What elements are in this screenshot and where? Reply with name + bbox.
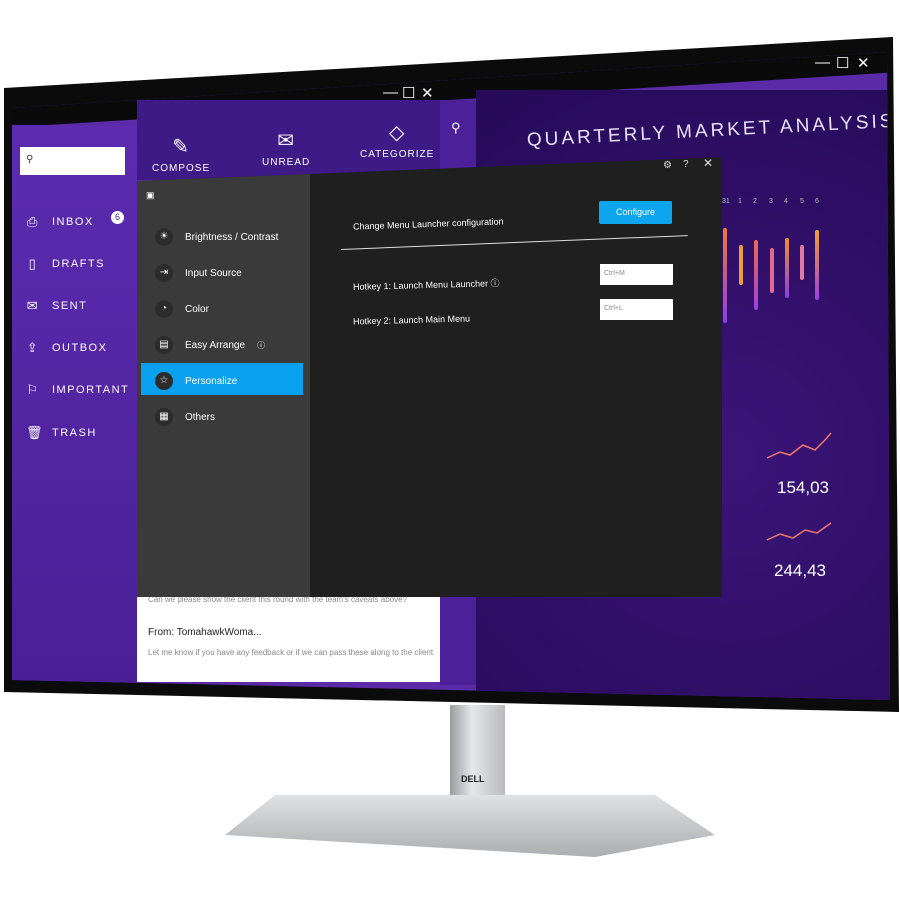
minimize-button[interactable]: —: [383, 84, 398, 101]
chart-bar: [754, 240, 758, 310]
email-sender[interactable]: From: TomahawkWoma...: [148, 627, 262, 638]
chart-bar: [723, 228, 727, 323]
compose-button[interactable]: ✎ COMPOSE: [152, 134, 210, 174]
hotkey2-input[interactable]: Ctrl+L: [600, 299, 673, 320]
menu-item-others[interactable]: ▦ Others: [155, 408, 215, 426]
metric-value: 244,43: [774, 561, 826, 580]
pencil-icon: ✎: [172, 136, 190, 158]
tag-icon: ◇: [388, 122, 406, 144]
monitor-stand-base: [225, 795, 715, 857]
help-icon[interactable]: ?: [683, 159, 689, 170]
menu-item-color[interactable]: ◔ Color: [155, 300, 209, 318]
configure-button[interactable]: Configure: [599, 201, 672, 224]
close-icon[interactable]: ✕: [703, 156, 713, 170]
chart-bar: [815, 230, 819, 300]
others-icon: ▦: [155, 408, 173, 426]
menu-item-easy-arrange[interactable]: ▤ Easy Arrange ⓘ: [155, 336, 265, 354]
axis-label: 3: [769, 198, 773, 205]
star-icon: ☆: [155, 372, 173, 390]
sidebar-item-drafts[interactable]: ▯ DRAFTS: [26, 256, 105, 272]
input-icon: ⇥: [155, 264, 173, 282]
sidebar-item-outbox[interactable]: ⇪ OUTBOX: [26, 340, 107, 356]
maximize-button-2[interactable]: ☐: [836, 54, 849, 72]
palette-icon: ◔: [155, 300, 173, 318]
sidebar-item-sent[interactable]: ✉ SENT: [26, 298, 87, 314]
gear-icon[interactable]: ⚙: [663, 160, 672, 171]
email-preview[interactable]: Let me know if you have any feedback or …: [148, 648, 433, 657]
trash-icon: 🗑: [26, 425, 45, 440]
inbox-icon: ⎙: [27, 214, 39, 229]
axis-label: 31: [722, 198, 730, 205]
envelope-icon: ✉: [26, 298, 40, 313]
unread-badge: 6: [111, 211, 124, 224]
chart-bar: [739, 245, 743, 285]
search-input[interactable]: ⚲: [20, 147, 125, 175]
close-button-2[interactable]: ✕: [857, 54, 870, 72]
chart-bar: [785, 238, 789, 298]
sidebar-item-inbox[interactable]: ⎙ INBOX: [26, 214, 94, 230]
axis-label: 4: [784, 198, 788, 205]
menu-item-brightness[interactable]: ☀ Brightness / Contrast: [155, 228, 278, 246]
chart-bar: [800, 245, 804, 280]
categorize-button[interactable]: ◇ CATEGORIZE: [360, 120, 434, 160]
sparkline: [766, 432, 832, 459]
sun-icon: ☀: [155, 228, 173, 246]
minimize-button-2[interactable]: —: [815, 54, 830, 71]
hotkey1-input[interactable]: Ctrl+M: [600, 264, 673, 285]
axis-label: 1: [738, 198, 742, 205]
info-icon[interactable]: ⓘ: [257, 340, 265, 351]
menu-item-personalize[interactable]: ☆ Personalize: [155, 372, 237, 390]
metric-value: 154,03: [777, 478, 829, 497]
document-icon: ▯: [28, 256, 38, 271]
menu-item-input-source[interactable]: ⇥ Input Source: [155, 264, 242, 282]
monitor-icon: ▣: [146, 190, 155, 200]
envelope-icon: ✉: [277, 130, 295, 152]
sidebar-item-important[interactable]: ⚐ IMPORTANT: [26, 382, 129, 398]
outbox-icon: ⇪: [26, 340, 40, 355]
sparkline: [766, 522, 832, 541]
axis-label: 5: [800, 198, 804, 205]
mail-sidebar: [12, 125, 137, 685]
dell-logo: DELL: [461, 774, 485, 784]
layout-icon: ▤: [155, 336, 173, 354]
flag-icon: ⚐: [26, 382, 40, 397]
axis-label: 2: [753, 198, 757, 205]
search-icon[interactable]: ⚲: [451, 120, 461, 136]
sidebar-item-trash[interactable]: 🗑 TRASH: [26, 425, 97, 441]
search-icon: ⚲: [26, 154, 34, 165]
chart-bar: [770, 248, 774, 293]
axis-label: 6: [815, 198, 819, 205]
info-icon[interactable]: ⓘ: [490, 278, 499, 288]
unread-button[interactable]: ✉ UNREAD: [262, 128, 310, 168]
